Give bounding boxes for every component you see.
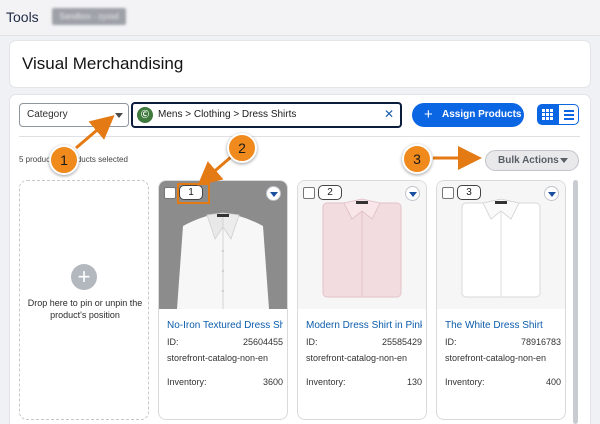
chevron-down-icon [560,158,568,163]
product-catalog: storefront-catalog-non-en [445,353,547,363]
product-checkbox[interactable] [303,187,315,199]
header-card: Visual Merchandising [10,41,590,87]
top-bar: Tools Sandbox - zyxsd [0,0,600,36]
inventory-row: Inventory: 130 [306,377,422,387]
product-image [437,181,565,309]
id-label: ID: [445,337,457,347]
bulk-actions-button[interactable]: Bulk Actions [485,150,579,171]
grid-view-button[interactable] [537,104,558,125]
inventory-label: Inventory: [167,377,207,387]
category-icon: Ⓒ [137,107,153,123]
plus-icon: + [71,264,97,290]
position-number[interactable]: 2 [318,185,342,200]
inventory-value: 400 [545,377,561,387]
id-label: ID: [167,337,179,347]
product-id-row: ID: 25604455 [167,337,283,347]
list-view-button[interactable] [558,104,579,125]
app-title: Tools [6,9,39,25]
chevron-down-icon[interactable] [405,186,420,201]
product-id: 25604455 [242,337,283,347]
scrollbar[interactable] [573,180,578,424]
pin-drop-zone[interactable]: + Drop here to pin or unpin the product'… [19,180,149,420]
product-name-link[interactable]: The White Dress Shirt [445,320,561,331]
assign-products-label: Assign Products [442,109,522,120]
inventory-value: 3600 [262,377,283,387]
product-card[interactable]: 1 No-Iron Textured Dress Shirt ID: 25604… [158,180,288,420]
assign-products-button[interactable]: + Assign Products [412,103,524,127]
inventory-label: Inventory: [445,377,485,387]
product-id-row: ID: 25585429 [306,337,422,347]
product-catalog: storefront-catalog-non-en [306,353,408,363]
category-select-label: Category [27,109,68,120]
callout-2: 2 [227,133,257,163]
bulk-actions-label: Bulk Actions [498,155,559,166]
product-id-row: ID: 78916783 [445,337,561,347]
inventory-row: Inventory: 400 [445,377,561,387]
product-id: 78916783 [520,337,561,347]
chevron-down-icon[interactable] [266,186,281,201]
page-title: Visual Merchandising [22,54,184,73]
inventory-row: Inventory: 3600 [167,377,283,387]
product-id: 25585429 [381,337,422,347]
product-checkbox[interactable] [164,187,176,199]
position-highlight [177,183,210,204]
category-path-text: Mens > Clothing > Dress Shirts [158,109,297,120]
product-name-link[interactable]: No-Iron Textured Dress Shirt [167,320,283,331]
sandbox-badge: Sandbox - zyxsd [52,8,126,25]
id-label: ID: [306,337,318,347]
callout-1: 1 [49,145,79,175]
chevron-down-icon[interactable] [544,186,559,201]
product-image [298,181,426,309]
divider [19,136,580,137]
plus-icon: + [424,106,433,123]
callout-3: 3 [402,144,432,174]
inventory-value: 130 [406,377,422,387]
product-checkbox[interactable] [442,187,454,199]
category-select[interactable]: Category [19,103,129,127]
product-name-link[interactable]: Modern Dress Shirt in Pink [306,320,422,331]
close-icon[interactable]: ✕ [384,107,394,121]
drop-zone-text: Drop here to pin or unpin the product's … [27,298,143,320]
chevron-down-icon [115,113,123,118]
product-catalog: storefront-catalog-non-en [167,353,269,363]
category-path-input[interactable]: Ⓒ Mens > Clothing > Dress Shirts ✕ [131,102,402,128]
product-card[interactable]: 2 Modern Dress Shirt in Pink ID: 2558542… [297,180,427,420]
inventory-label: Inventory: [306,377,346,387]
position-number[interactable]: 3 [457,185,481,200]
product-card[interactable]: 3 The White Dress Shirt ID: 78916783 sto… [436,180,566,420]
